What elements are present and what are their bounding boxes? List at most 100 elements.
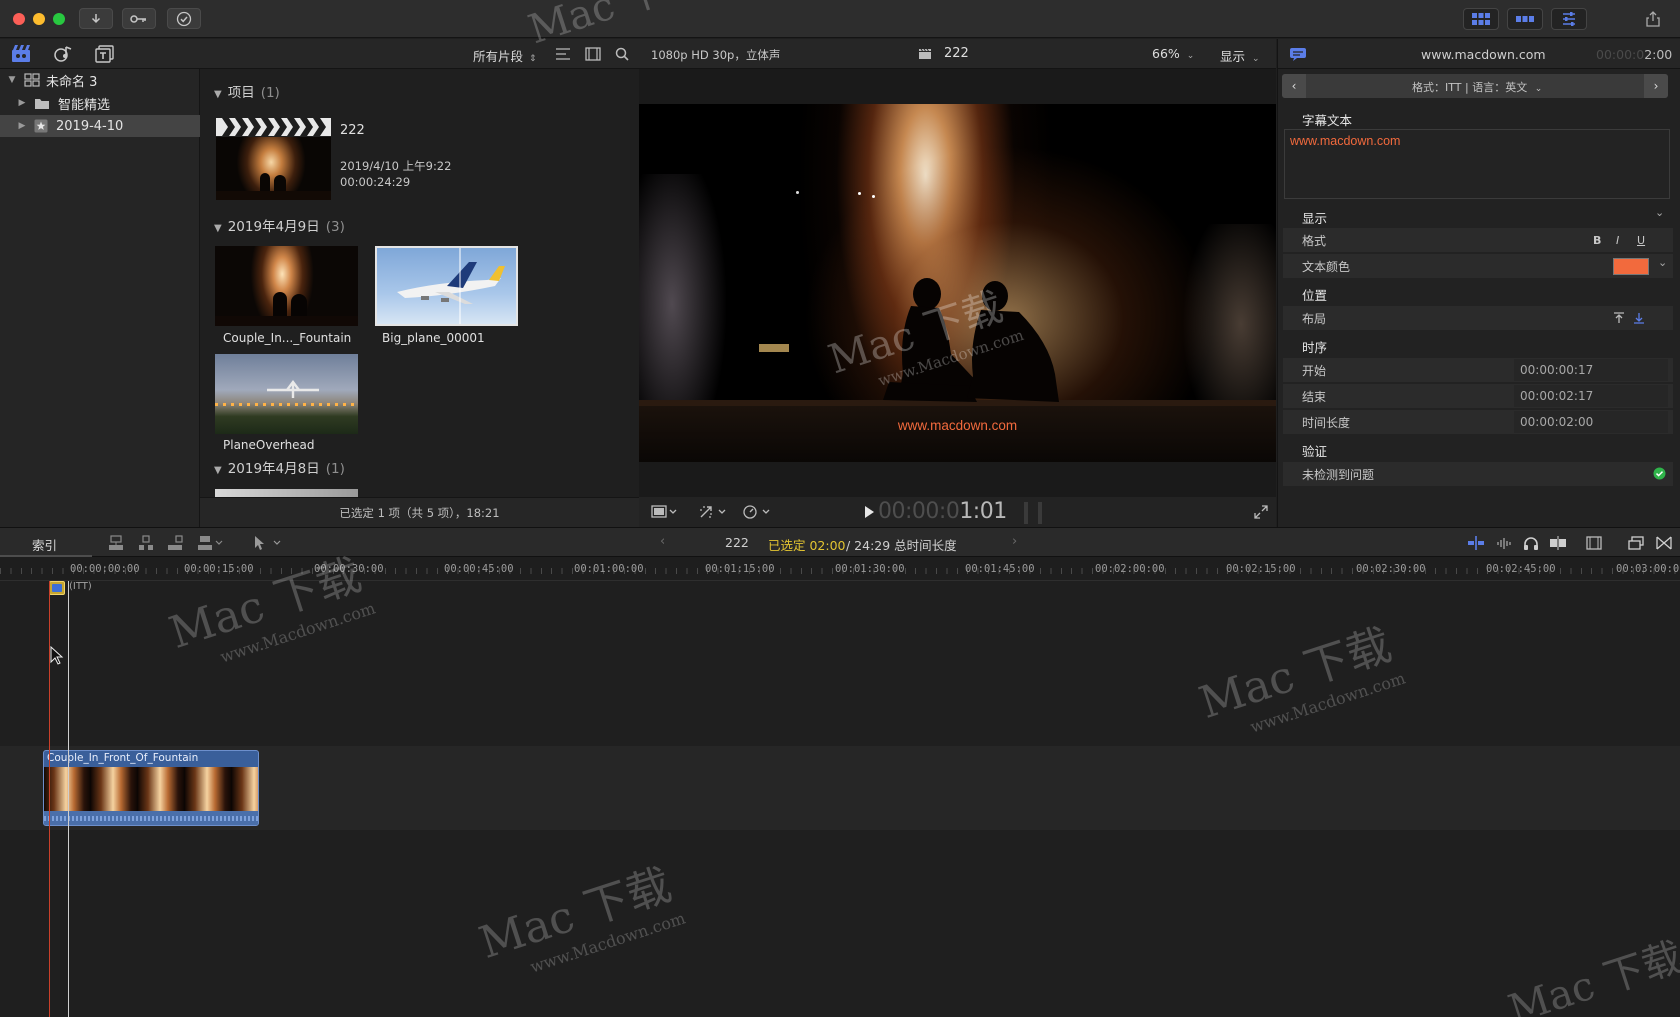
caption-inspector-icon[interactable] — [1289, 47, 1307, 61]
minimize-window-button[interactable] — [33, 13, 45, 25]
section-title: 项目 — [227, 85, 255, 101]
background-tasks-button[interactable] — [167, 8, 201, 29]
clip-filter-label: 所有片段 — [473, 49, 524, 64]
section-title: 2019年4月8日 — [227, 461, 320, 477]
clip-name: PlaneOverhead — [223, 438, 315, 452]
disclosure-closed-icon[interactable]: ▶ — [14, 121, 30, 131]
zoom-value: 66% — [1152, 46, 1180, 61]
inspector-title: www.macdown.com — [1421, 47, 1546, 62]
next-caption-button[interactable]: › — [1644, 74, 1668, 98]
video-clip[interactable]: Couple_In_Front_Of_Fountain — [43, 750, 259, 826]
keywords-button[interactable] — [122, 8, 156, 29]
connect-clip-icon[interactable] — [108, 535, 124, 551]
align-top-icon[interactable] — [1613, 312, 1625, 324]
disclosure-closed-icon[interactable]: ▶ — [14, 98, 30, 108]
chevron-right-icon: › — [1653, 79, 1659, 93]
end-timecode-field[interactable]: 00:00:02:17 — [1514, 385, 1668, 407]
audio-meter-icon — [1038, 502, 1042, 524]
overwrite-clip-icon[interactable] — [197, 535, 225, 551]
view-options-icon[interactable] — [651, 505, 677, 519]
chevron-down-icon[interactable]: ⌄ — [1655, 206, 1664, 219]
close-window-button[interactable] — [13, 13, 25, 25]
bold-button[interactable]: B — [1593, 234, 1601, 247]
section-header-event-date[interactable]: ▼ 2019年4月8日 (1) — [214, 457, 345, 477]
airplane-image — [397, 248, 505, 324]
title-bar — [0, 0, 1680, 38]
playhead-line[interactable] — [68, 581, 69, 1017]
caption-format-dropdown[interactable]: 格式：ITT | 语言：英文 ⌄ — [1412, 79, 1542, 95]
verify-section-header: 验证 — [1302, 444, 1328, 459]
clip-appearance-icon[interactable] — [1586, 536, 1602, 550]
retime-speed-icon[interactable] — [743, 505, 775, 519]
chevron-left-icon[interactable]: ‹ — [660, 534, 665, 549]
play-icon[interactable] — [863, 505, 875, 519]
caption-format-label: 格式：ITT | 语言：英文 — [1412, 81, 1528, 94]
share-button[interactable] — [1640, 9, 1666, 29]
timeline-area[interactable]: (ITT) Couple_In_Front_Of_Fountain — [0, 581, 1680, 1017]
library-item-root[interactable]: ▼ 未命名 3 — [0, 69, 200, 91]
library-item-event[interactable]: ▶ 2019-4-10 — [0, 115, 200, 137]
inspector-toggle-button[interactable] — [1551, 8, 1587, 30]
search-icon[interactable] — [615, 47, 629, 61]
duration-timecode-field[interactable]: 00:00:02:00 — [1514, 411, 1668, 433]
italic-button[interactable]: I — [1616, 234, 1619, 247]
clip-filter-dropdown[interactable]: 所有片段 ⇕ — [473, 46, 537, 65]
append-clip-icon[interactable] — [167, 535, 183, 551]
align-bottom-icon[interactable] — [1633, 312, 1645, 324]
end-label: 结束 — [1302, 389, 1327, 404]
timecode-dim: 00:00:0 — [878, 499, 960, 524]
key-icon — [130, 14, 146, 23]
select-tool-icon[interactable] — [252, 535, 286, 551]
timeline-index-button[interactable]: 索引 — [0, 528, 92, 557]
caption-clip[interactable] — [49, 581, 65, 595]
display-dropdown[interactable]: 显示 ⌄ — [1220, 46, 1260, 65]
clip-thumbnail-plane[interactable] — [375, 246, 518, 326]
clip-thumbnail-plane-overhead[interactable] — [215, 354, 358, 434]
underline-button[interactable]: U — [1637, 234, 1645, 247]
chevron-down-icon[interactable]: ⌄ — [1658, 256, 1667, 269]
import-button[interactable] — [79, 8, 113, 29]
chevron-right-icon[interactable]: › — [1012, 534, 1017, 549]
text-color-swatch[interactable] — [1613, 258, 1649, 275]
folder-icon — [35, 98, 49, 109]
clip-thumbnail-partial[interactable] — [215, 489, 358, 497]
ruler-tick-label: 00:01:15:00 — [705, 563, 775, 575]
titles-generators-button[interactable] — [94, 44, 116, 64]
timeline-project-name: 222 — [725, 535, 749, 550]
zoom-dropdown[interactable]: 66% ⌄ — [1152, 46, 1194, 61]
disclosure-open-icon[interactable]: ▼ — [4, 75, 20, 85]
section-header-projects[interactable]: ▼ 项目 (1) — [214, 81, 280, 101]
airplane-small-image — [267, 380, 319, 398]
list-view-icon[interactable] — [555, 47, 571, 61]
start-timecode-field[interactable]: 00:00:00:17 — [1514, 359, 1668, 381]
fullscreen-icon[interactable] — [1254, 505, 1268, 519]
timeline-ruler[interactable]: 00:00:00:00 00:00:15:00 00:00:30:00 00:0… — [0, 557, 1680, 581]
snapping-icon[interactable] — [1549, 536, 1567, 550]
viewer-video-frame[interactable]: www.macdown.com — [639, 104, 1276, 462]
skimming-icon[interactable] — [1467, 536, 1485, 550]
library-item-smart-collections[interactable]: ▶ 智能精选 — [0, 92, 200, 114]
insert-clip-icon[interactable] — [138, 535, 154, 551]
libraries-button[interactable] — [10, 44, 32, 64]
section-header-event-date[interactable]: ▼ 2019年4月9日 (3) — [214, 215, 345, 235]
headphones-solo-icon[interactable] — [1523, 536, 1539, 550]
audio-skimming-icon[interactable] — [1496, 536, 1514, 550]
photos-audio-button[interactable] — [52, 44, 74, 64]
project-card[interactable] — [216, 118, 331, 204]
browser-toggle-button[interactable] — [1463, 8, 1499, 30]
clip-thumbnail-fountain[interactable] — [215, 246, 358, 326]
zoom-window-button[interactable] — [53, 13, 65, 25]
previous-caption-button[interactable]: ‹ — [1282, 74, 1306, 98]
caption-text-field[interactable]: www.macdown.com — [1284, 129, 1670, 199]
browser-toggle-icon — [1472, 13, 1490, 25]
timeline-toggle-button[interactable] — [1507, 8, 1543, 30]
format-row: 格式 B I U — [1283, 228, 1673, 252]
effects-browser-icon[interactable] — [1628, 536, 1644, 550]
cursor-pointer-icon — [50, 646, 64, 665]
filmstrip-view-icon[interactable] — [585, 47, 601, 61]
section-count: (1) — [260, 85, 280, 101]
transform-tool-icon[interactable] — [699, 505, 729, 519]
caption-clip-icon — [52, 584, 62, 592]
ruler-tick-label: 00:00:15:00 — [184, 563, 254, 575]
transitions-browser-icon[interactable] — [1656, 536, 1672, 550]
